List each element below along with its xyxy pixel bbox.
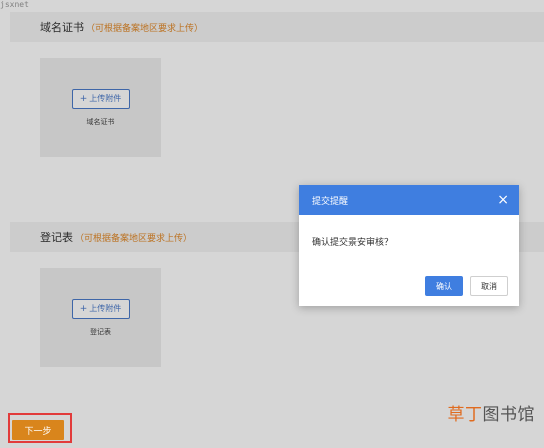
cancel-button[interactable]: 取消 (470, 276, 508, 296)
dialog-message: 确认提交景安审核？ (312, 238, 394, 248)
confirm-button[interactable]: 确认 (425, 276, 463, 296)
watermark-accent: 草丁 (447, 405, 483, 425)
dialog-title: 提交提醒 (312, 196, 349, 207)
highlight-frame (8, 413, 72, 443)
page: jsxnet 域名证书 （可根据备案地区要求上传） + 上传附件 域名证书 登记… (0, 0, 544, 448)
submit-reminder-dialog: 提交提醒 × 确认提交景安审核？ 确认 取消 (299, 185, 519, 306)
dialog-actions: 确认 取消 (425, 276, 508, 296)
watermark: 草丁图书馆 (448, 400, 536, 425)
watermark-text: 图书馆 (482, 405, 535, 425)
close-icon[interactable]: × (497, 193, 509, 207)
dialog-header: 提交提醒 × (299, 185, 519, 215)
